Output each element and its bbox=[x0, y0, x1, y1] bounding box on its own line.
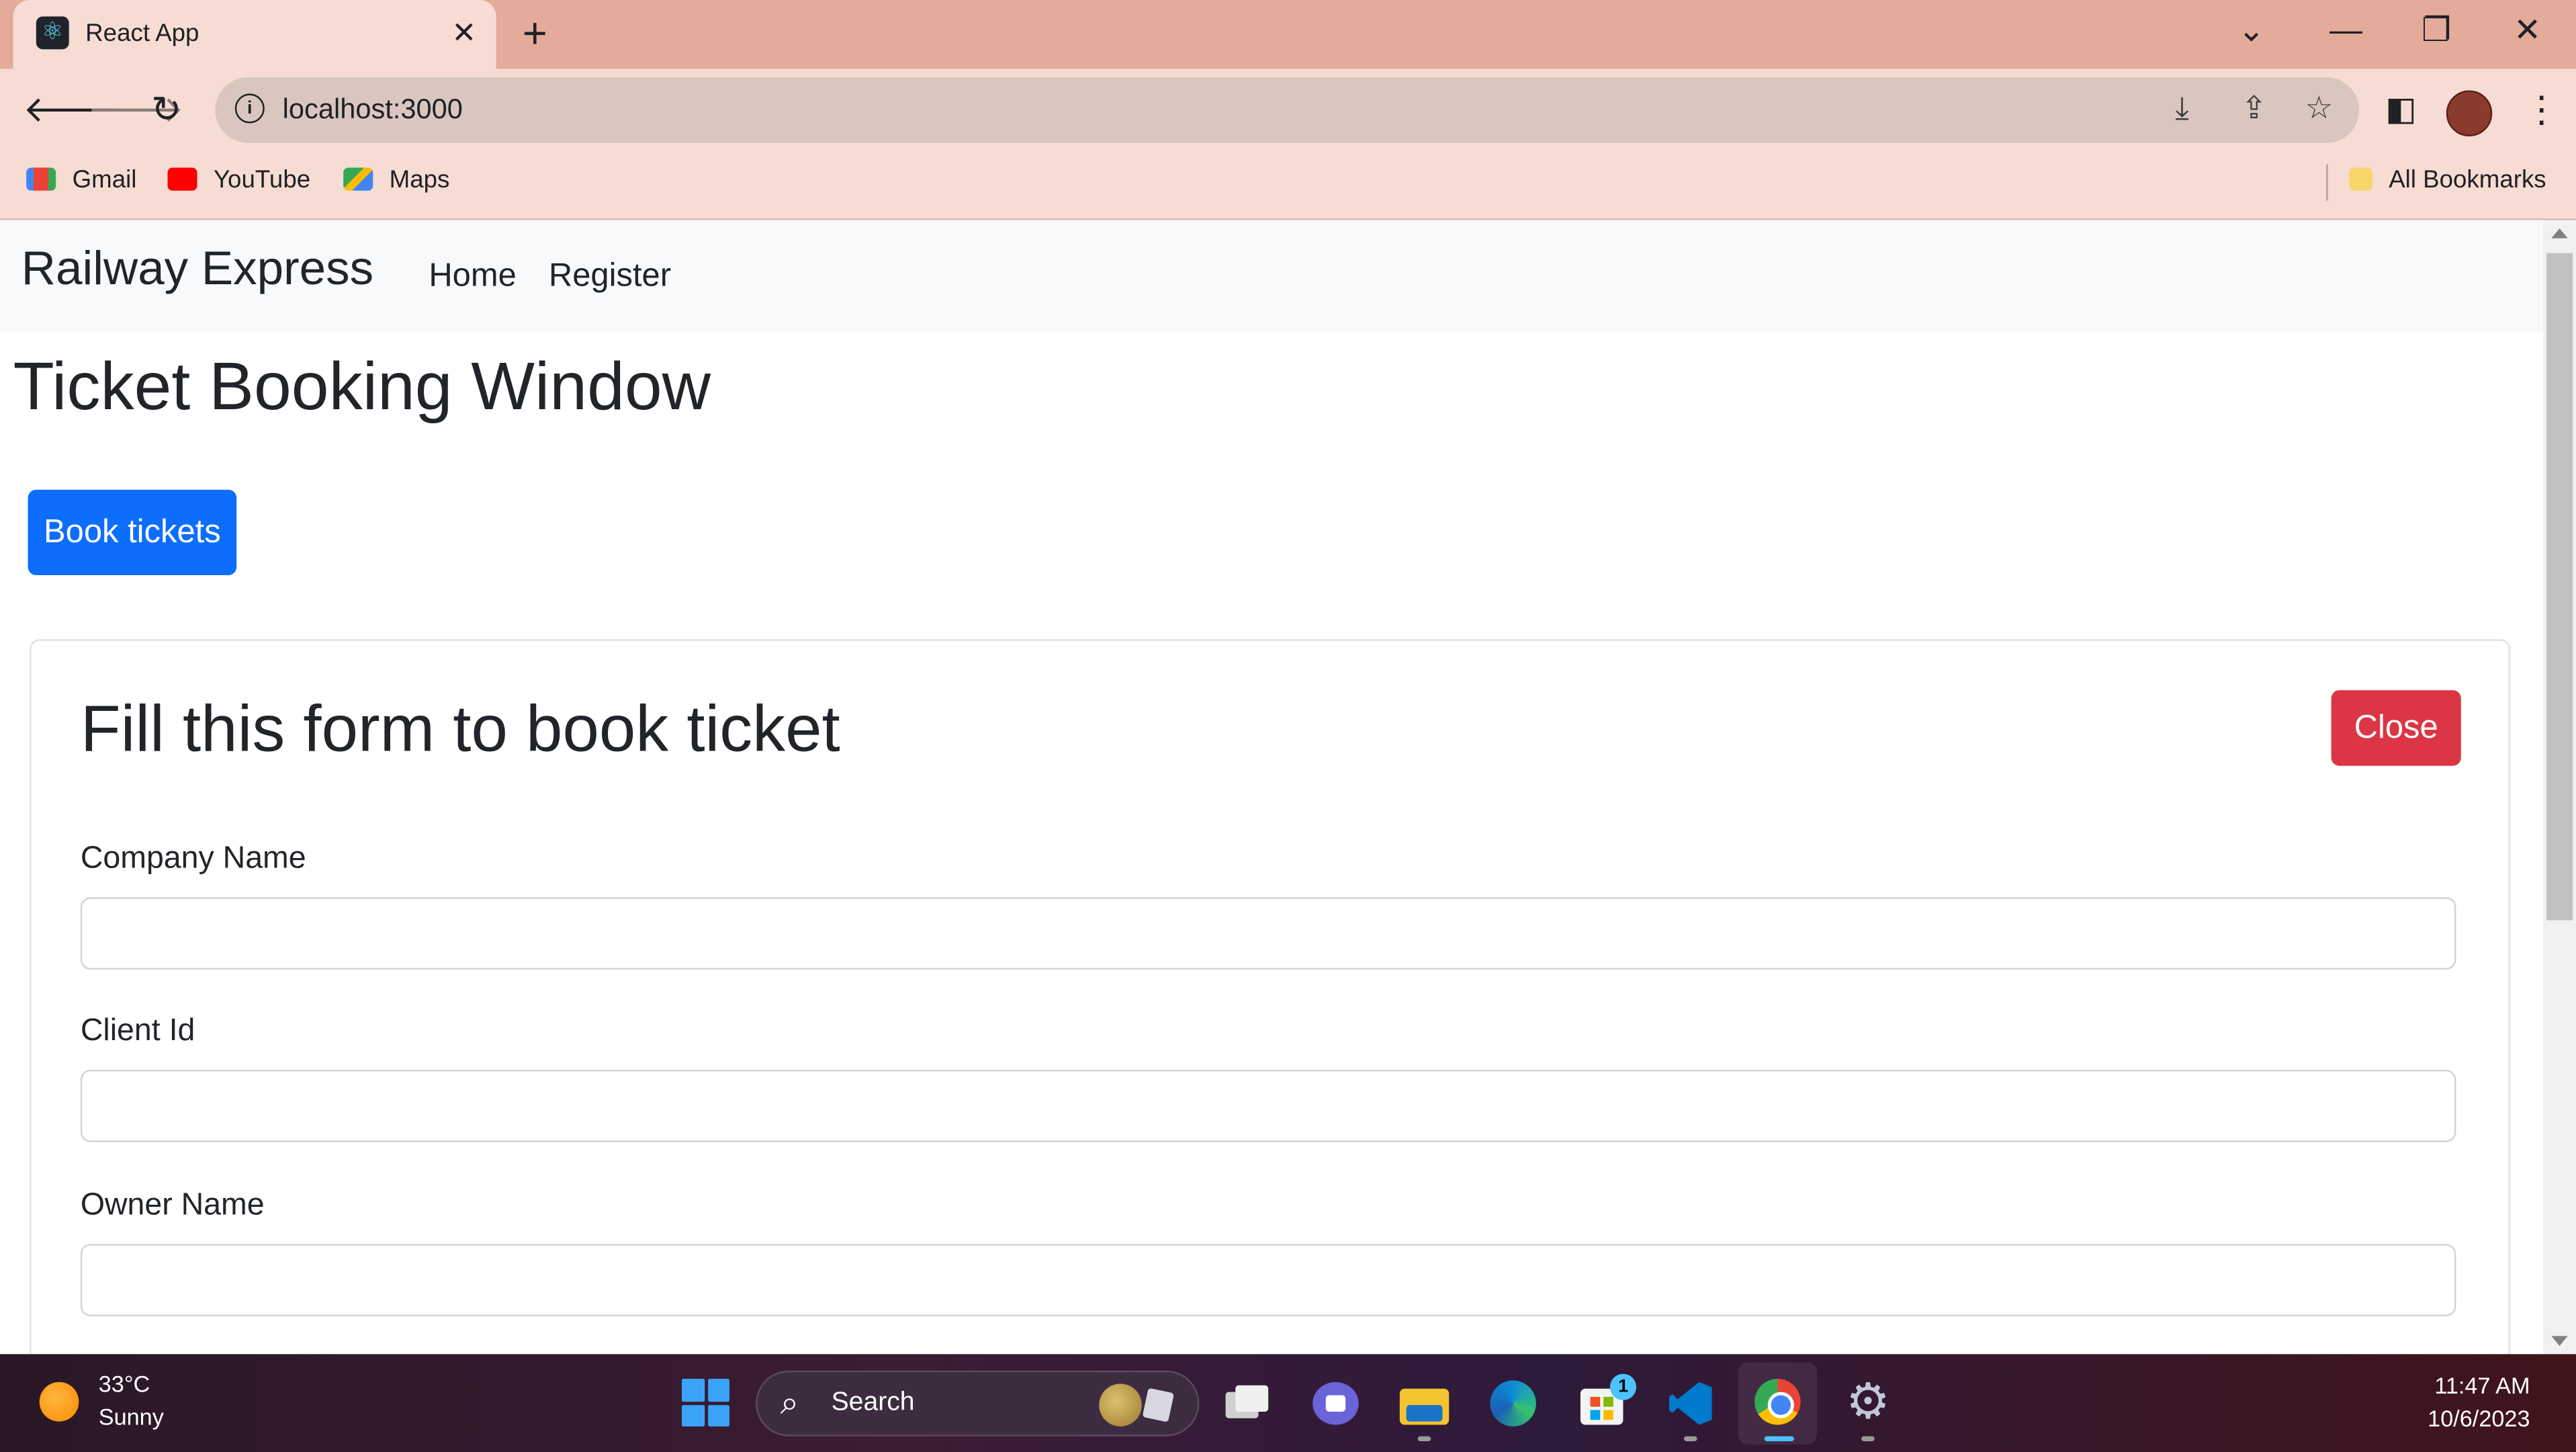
bookmark-youtube[interactable]: YouTube bbox=[167, 166, 310, 194]
company-name-label: Company Name bbox=[80, 841, 306, 876]
address-bar[interactable]: i localhost:3000 ⤓ ⇪ ☆ bbox=[215, 77, 2360, 143]
file-explorer-icon[interactable] bbox=[1396, 1375, 1452, 1431]
weather-description[interactable]: Sunny bbox=[99, 1404, 164, 1430]
search-highlight-icon bbox=[1099, 1383, 1178, 1426]
menu-kebab-icon[interactable]: ⋮ bbox=[2524, 89, 2560, 132]
page-title: Ticket Booking Window bbox=[13, 348, 711, 425]
nav-link-home[interactable]: Home bbox=[429, 258, 517, 296]
bookmarks-divider bbox=[2326, 164, 2328, 201]
book-tickets-button[interactable]: Book tickets bbox=[28, 489, 237, 576]
client-id-input[interactable] bbox=[80, 1070, 2456, 1142]
owner-name-input[interactable] bbox=[80, 1244, 2456, 1317]
profile-avatar[interactable] bbox=[2446, 90, 2493, 137]
settings-indicator bbox=[1861, 1436, 1875, 1441]
form-title: Fill this form to book ticket bbox=[80, 693, 840, 766]
client-id-label: Client Id bbox=[80, 1014, 195, 1049]
taskbar-search-box[interactable]: ⌕ Search bbox=[756, 1370, 1200, 1437]
site-info-icon[interactable]: i bbox=[234, 93, 265, 124]
close-button[interactable]: Close bbox=[2331, 690, 2461, 766]
chrome-active-indicator bbox=[1764, 1436, 1794, 1441]
new-tab-button[interactable]: + bbox=[523, 10, 547, 56]
close-window-button[interactable]: ✕ bbox=[2514, 10, 2541, 53]
settings-gear-icon[interactable]: ⚙ bbox=[1840, 1375, 1896, 1431]
all-bookmarks[interactable]: All Bookmarks bbox=[2349, 166, 2546, 194]
tab-close-icon[interactable]: ✕ bbox=[451, 15, 476, 51]
bookmark-star-icon[interactable]: ☆ bbox=[2305, 91, 2333, 130]
bookmark-gmail[interactable]: Gmail bbox=[26, 166, 136, 194]
clock-time[interactable]: 11:47 AM bbox=[2434, 1372, 2530, 1398]
bookmarks-bar: Gmail YouTube Maps All Bookmarks bbox=[0, 151, 2576, 220]
scroll-up-arrow-icon[interactable] bbox=[2551, 228, 2568, 239]
file-explorer-indicator bbox=[1417, 1436, 1431, 1441]
windows-taskbar: 33°C Sunny ⌕ Search ⚙ 11:47 AM 10/6/2023 bbox=[0, 1354, 2576, 1452]
clock-date[interactable]: 10/6/2023 bbox=[2428, 1405, 2530, 1431]
install-app-icon[interactable]: ⤓ bbox=[2175, 91, 2189, 130]
vscode-icon[interactable] bbox=[1662, 1375, 1718, 1431]
navbar-brand[interactable]: Railway Express bbox=[21, 243, 373, 298]
side-panel-icon[interactable]: ◧ bbox=[2385, 89, 2416, 132]
youtube-icon bbox=[167, 167, 197, 191]
scroll-down-arrow-icon[interactable] bbox=[2551, 1336, 2568, 1347]
scrollbar-thumb[interactable] bbox=[2546, 253, 2573, 921]
search-icon: ⌕ bbox=[780, 1385, 799, 1422]
browser-tab[interactable]: ⚛ React App ✕ bbox=[13, 0, 496, 69]
reload-icon[interactable]: ↻ bbox=[151, 89, 181, 132]
sun-icon[interactable] bbox=[39, 1381, 79, 1422]
bookmark-maps[interactable]: Maps bbox=[343, 166, 449, 194]
nav-link-register[interactable]: Register bbox=[549, 258, 671, 296]
page-scrollbar[interactable] bbox=[2543, 220, 2576, 1355]
share-icon[interactable]: ⇪ bbox=[2241, 91, 2267, 130]
react-favicon-icon: ⚛ bbox=[36, 16, 69, 50]
gmail-icon bbox=[26, 167, 56, 191]
chrome-active-tile[interactable] bbox=[1738, 1362, 1818, 1445]
vscode-indicator bbox=[1683, 1436, 1697, 1441]
windows-start-icon[interactable] bbox=[682, 1379, 729, 1426]
page-content: Railway Express Home Register Ticket Boo… bbox=[0, 220, 2544, 1355]
folder-icon bbox=[2349, 167, 2372, 191]
tab-title: React App bbox=[85, 19, 199, 48]
maps-icon bbox=[343, 167, 373, 191]
owner-name-label: Owner Name bbox=[80, 1188, 265, 1223]
task-view-icon[interactable] bbox=[1219, 1375, 1275, 1431]
tab-search-icon[interactable]: ⌄ bbox=[2237, 10, 2265, 53]
booking-form-card: Fill this form to book ticket Close Comp… bbox=[30, 639, 2511, 1355]
tab-strip: ⚛ React App ✕ + ⌄ — ❐ ✕ bbox=[0, 0, 2576, 69]
store-notification-badge: 1 bbox=[1609, 1373, 1637, 1400]
taskbar-search-label: Search bbox=[831, 1388, 915, 1417]
minimize-button[interactable]: — bbox=[2329, 10, 2362, 53]
company-name-input[interactable] bbox=[80, 897, 2456, 970]
site-navbar: Railway Express Home Register bbox=[0, 220, 2544, 333]
weather-temperature[interactable]: 33°C bbox=[99, 1371, 150, 1397]
teams-chat-icon[interactable] bbox=[1308, 1375, 1364, 1431]
browser-toolbar: 🡐 🡒 ↻ i localhost:3000 ⤓ ⇪ ☆ ◧ ⋮ bbox=[0, 69, 2576, 152]
url-text[interactable]: localhost:3000 bbox=[283, 93, 463, 126]
restore-button[interactable]: ❐ bbox=[2422, 10, 2451, 53]
edge-browser-icon[interactable] bbox=[1485, 1375, 1541, 1431]
